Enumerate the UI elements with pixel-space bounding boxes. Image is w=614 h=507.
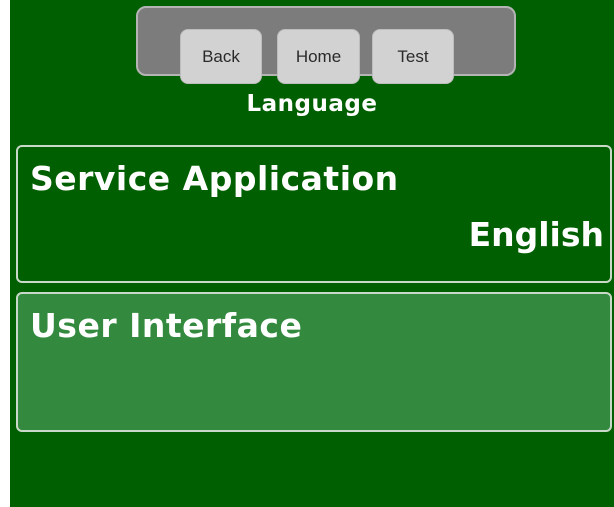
user-interface-row[interactable]: User Interface — [16, 292, 612, 432]
test-button[interactable]: Test — [372, 29, 454, 84]
home-button[interactable]: Home — [277, 29, 360, 84]
back-button[interactable]: Back — [180, 29, 262, 84]
service-application-label: Service Application — [30, 159, 399, 198]
user-interface-label: User Interface — [30, 306, 303, 345]
service-application-row[interactable]: Service Application English — [16, 145, 612, 283]
service-application-language-value: English — [468, 215, 604, 254]
